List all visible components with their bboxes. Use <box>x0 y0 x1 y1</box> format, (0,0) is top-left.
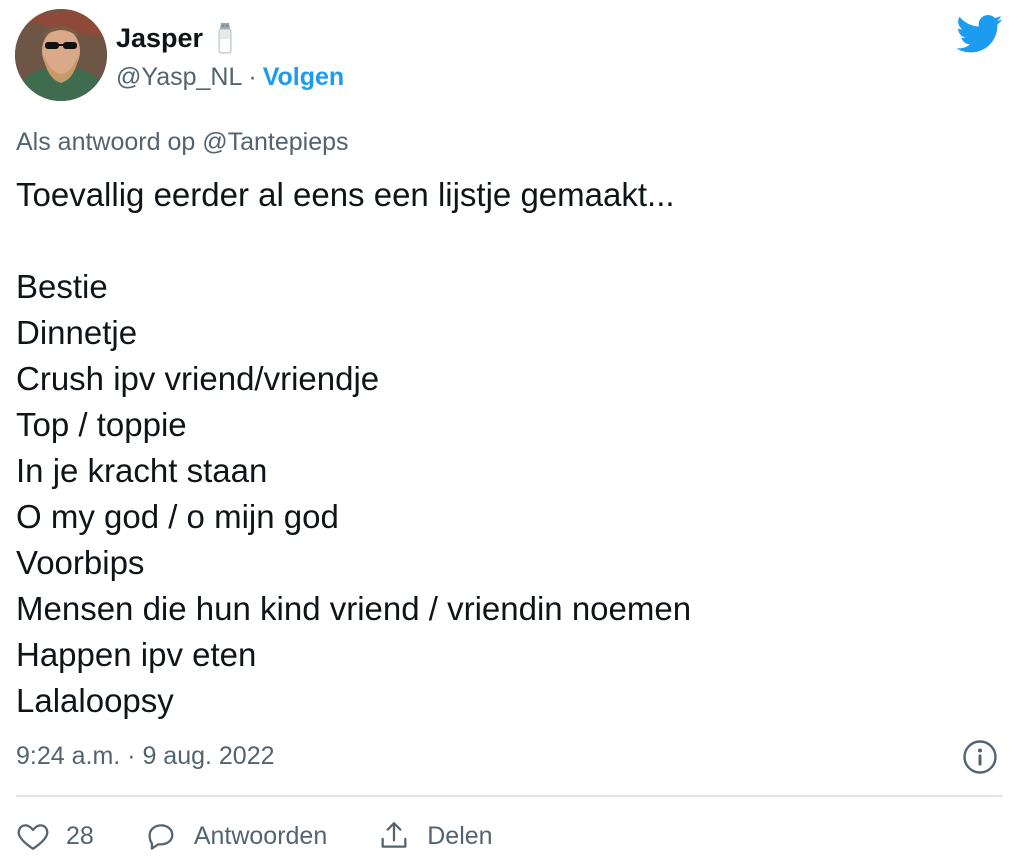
salt-shaker-icon <box>215 21 235 55</box>
reply-mention-link[interactable]: @Tantepieps <box>202 128 348 156</box>
like-count: 28 <box>66 821 94 850</box>
divider <box>16 795 1003 797</box>
twitter-bird-icon[interactable] <box>956 14 1003 54</box>
share-icon <box>381 822 407 848</box>
tweet-line <box>16 218 691 264</box>
reply-context: Als antwoord op @Tantepieps <box>16 128 349 157</box>
share-button[interactable]: Delen <box>377 819 493 853</box>
like-button[interactable]: 28 <box>16 819 94 853</box>
tweet-line: Lalaloopsy <box>16 682 174 719</box>
tweet-line: Toevallig eerder al eens een lijstje gem… <box>16 176 675 213</box>
author-display-name[interactable]: Jasper <box>116 23 203 54</box>
heart-icon <box>17 824 49 850</box>
tweet-line: In je kracht staan <box>16 452 268 489</box>
tweet-line: Bestie <box>16 268 108 305</box>
tweet-line: Crush ipv vriend/vriendje <box>16 360 380 397</box>
tweet-line: Voorbips <box>16 544 145 581</box>
avatar[interactable] <box>15 9 107 101</box>
share-label: Delen <box>427 821 493 850</box>
tweet-line: Mensen die hun kind vriend / vriendin no… <box>16 590 692 627</box>
reply-context-prefix: Als antwoord op <box>16 128 196 156</box>
tweet-card: Jasper @Yasp_NL · Volgen Als antwoord op… <box>0 0 1024 865</box>
info-icon[interactable] <box>962 739 998 775</box>
follow-button[interactable]: Volgen <box>263 63 344 92</box>
reply-label: Antwoorden <box>193 821 328 850</box>
tweet-line: Top / toppie <box>16 406 187 443</box>
tweet-line: Happen ipv eten <box>16 636 257 673</box>
tweet-line: Dinnetje <box>16 314 138 351</box>
author-name-row: Jasper <box>116 18 235 58</box>
tweet-text: Toevallig eerder al eens een lijstje gem… <box>16 172 691 724</box>
tweet-line: O my god / o mijn god <box>16 498 339 535</box>
author-handle-row: @Yasp_NL · Volgen <box>116 60 344 94</box>
action-bar: 28 Antwoorden Delen <box>16 812 543 860</box>
speech-bubble-icon <box>148 824 174 850</box>
tweet-timestamp[interactable]: 9:24 a.m. · 9 aug. 2022 <box>16 738 275 774</box>
separator-dot: · <box>248 62 257 91</box>
author-handle[interactable]: @Yasp_NL <box>116 63 242 92</box>
reply-button[interactable]: Antwoorden <box>144 819 327 853</box>
